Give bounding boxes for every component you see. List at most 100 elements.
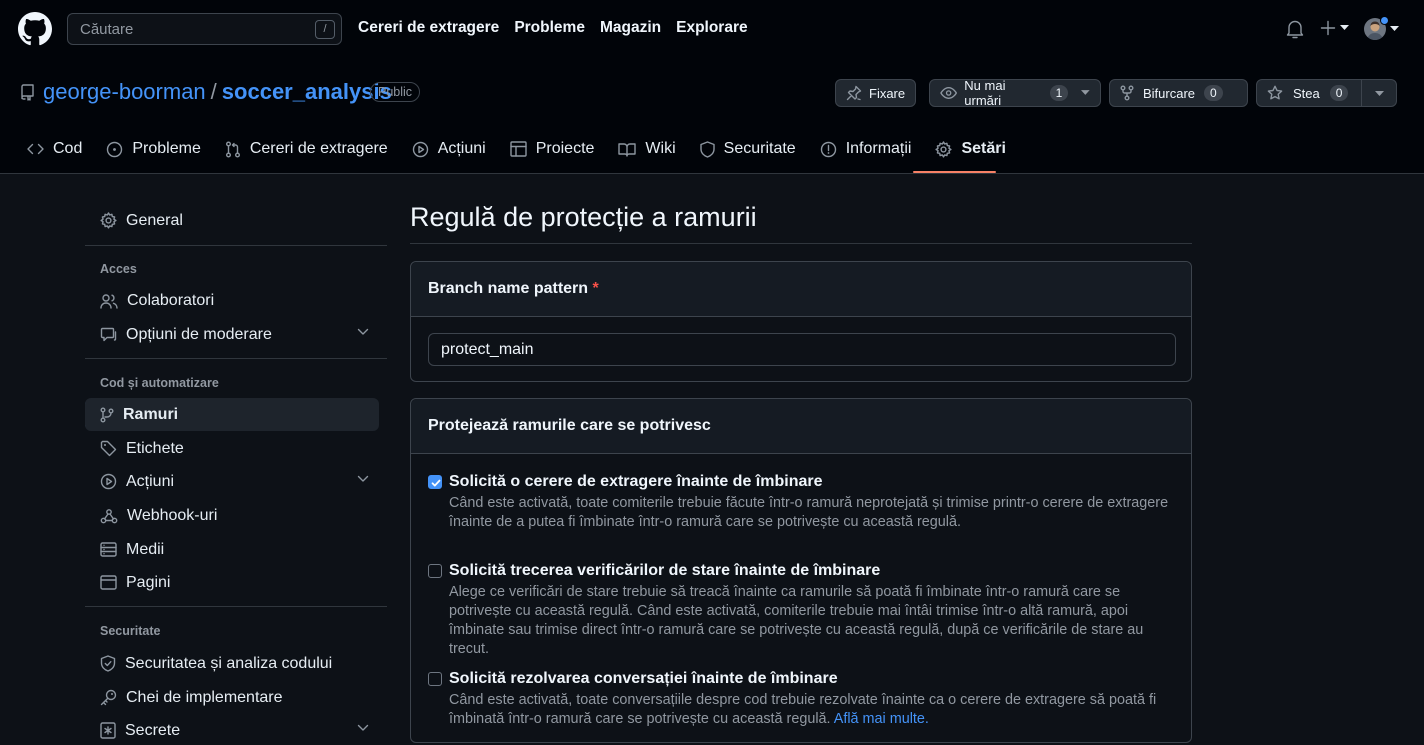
webhook-icon xyxy=(100,508,118,523)
graph-icon xyxy=(820,141,836,157)
tab-projects[interactable]: Proiecte xyxy=(498,139,607,159)
repo-name-link[interactable]: soccer_analysis xyxy=(222,79,392,105)
branch-pattern-input[interactable]: protect_main xyxy=(428,333,1176,366)
repo-header: george-boorman / soccer_analysis Public … xyxy=(0,60,1424,174)
chevron-down-icon xyxy=(357,328,369,335)
option-description: Când este activată, toate comiterile tre… xyxy=(449,495,1169,530)
tab-issues-label: Probleme xyxy=(132,140,201,157)
shield-check-icon xyxy=(100,655,116,672)
create-new-menu[interactable] xyxy=(1320,20,1349,36)
tab-pull-requests[interactable]: Cereri de extragere xyxy=(213,139,400,159)
search-shortcut-key: / xyxy=(315,20,335,39)
sidebar-item-label: Medii xyxy=(126,540,165,558)
watch-button[interactable]: Nu mai urmări 1 xyxy=(929,78,1101,108)
option-description: Când este activată, toate conversațiile … xyxy=(449,691,1179,729)
sidebar-item-deploy-keys[interactable]: Chei de implementare xyxy=(85,681,379,714)
page-title: Regulă de protecție a ramurii xyxy=(410,202,757,232)
require-status-checks-checkbox[interactable] xyxy=(428,564,442,578)
star-label: Stea xyxy=(1293,85,1320,101)
global-header: Căutare / Cereri de extragere Probleme M… xyxy=(0,0,1424,60)
pin-label: Fixare xyxy=(869,85,906,101)
sidebar-item-code-security[interactable]: Securitatea și analiza codului xyxy=(85,647,379,680)
repo-title: george-boorman / soccer_analysis xyxy=(43,79,392,105)
repo-tabs: Cod Probleme Cereri de extragere Acțiuni… xyxy=(27,139,1018,159)
tab-settings[interactable]: Setări xyxy=(923,139,1017,159)
tab-code[interactable]: Cod xyxy=(27,139,94,159)
sidebar-item-label: Securitatea și analiza codului xyxy=(125,654,333,672)
server-icon xyxy=(100,542,117,557)
sidebar-item-label: Pagini xyxy=(126,573,171,591)
sidebar-item-label: Ramuri xyxy=(123,405,179,423)
browser-icon xyxy=(100,575,117,590)
repo-owner-link[interactable]: george-boorman xyxy=(43,79,206,105)
sidebar-item-collaborators[interactable]: Colaboratori xyxy=(85,284,379,317)
option-title[interactable]: Solicită trecerea verificărilor de stare… xyxy=(449,562,880,580)
shield-icon xyxy=(699,140,715,158)
star-divider xyxy=(1361,80,1362,106)
require-pull-request-checkbox[interactable] xyxy=(428,475,442,489)
eye-icon xyxy=(940,87,957,99)
key-icon xyxy=(100,689,117,706)
github-logo-icon[interactable] xyxy=(18,12,52,46)
watch-counter: 1 xyxy=(1049,85,1069,101)
require-conversation-resolution-checkbox[interactable] xyxy=(428,672,442,686)
tab-insights[interactable]: Informații xyxy=(808,139,924,159)
issue-icon xyxy=(107,141,123,157)
check-icon xyxy=(431,479,441,487)
secret-icon xyxy=(100,722,116,739)
option-description: Alege ce verificări de stare trebuie să … xyxy=(449,584,1144,657)
tab-issues[interactable]: Probleme xyxy=(94,139,212,159)
protect-branches-header: Protejează ramurile care se potrivesc xyxy=(411,399,1191,454)
sidebar-item-label: General xyxy=(126,211,183,229)
protect-branches-box: Protejează ramurile care se potrivesc So… xyxy=(410,398,1192,743)
sidebar-item-label: Acțiuni xyxy=(126,472,175,490)
pin-button[interactable]: Fixare xyxy=(835,79,917,107)
sidebar-item-environments[interactable]: Medii xyxy=(85,533,379,566)
option-description-text: Când este activată, toate conversațiile … xyxy=(449,692,1157,727)
sidebar-item-secrets[interactable]: Secrete xyxy=(85,714,379,745)
tab-security-label: Securitate xyxy=(723,140,796,157)
repo-icon xyxy=(20,84,35,101)
global-nav-pull-requests[interactable]: Cereri de extragere xyxy=(358,19,499,37)
active-tab-indicator xyxy=(913,171,996,173)
sidebar-item-tags[interactable]: Etichete xyxy=(85,432,379,465)
sidebar-item-webhooks[interactable]: Webhook-uri xyxy=(85,499,379,532)
tab-actions-label: Acțiuni xyxy=(437,140,486,157)
sidebar-group-code-automation: Cod și automatizare xyxy=(100,376,219,390)
search-input[interactable]: Căutare / xyxy=(67,13,342,45)
star-button[interactable]: Stea 0 xyxy=(1256,79,1397,107)
star-icon xyxy=(1267,85,1283,100)
watch-caret-down-icon xyxy=(1081,90,1090,95)
sidebar-item-pages[interactable]: Pagini xyxy=(85,566,379,599)
visibility-badge: Public xyxy=(370,82,421,102)
tab-insights-label: Informații xyxy=(845,140,912,157)
option-title[interactable]: Solicită rezolvarea conversației înainte… xyxy=(449,670,838,688)
avatar-caret-down-icon[interactable] xyxy=(1390,26,1399,32)
sidebar-item-label: Etichete xyxy=(126,439,184,457)
fork-button[interactable]: Bifurcare 0 xyxy=(1109,79,1248,107)
learn-more-link[interactable]: Află mai multe. xyxy=(834,711,929,727)
tab-wiki[interactable]: Wiki xyxy=(606,139,687,159)
global-nav-issues[interactable]: Probleme xyxy=(514,19,585,37)
tab-code-label: Cod xyxy=(53,140,83,157)
tab-actions[interactable]: Acțiuni xyxy=(400,139,498,159)
global-nav-marketplace[interactable]: Magazin xyxy=(600,19,661,37)
option-title[interactable]: Solicită o cerere de extragere înainte d… xyxy=(449,473,822,491)
fork-icon xyxy=(1120,85,1134,101)
global-nav-explore[interactable]: Explorare xyxy=(676,19,748,37)
repo-separator: / xyxy=(210,79,217,104)
sidebar-item-label: Secrete xyxy=(125,721,181,739)
watch-label: Nu mai urmări xyxy=(964,78,1006,108)
branch-pattern-header: Branch name pattern * xyxy=(411,262,1191,317)
sidebar-item-actions[interactable]: Acțiuni xyxy=(85,465,379,498)
pull-request-icon xyxy=(225,141,240,157)
notifications-bell-icon[interactable] xyxy=(1286,19,1304,39)
sidebar-item-general[interactable]: General xyxy=(85,204,379,237)
sidebar-item-moderation[interactable]: Opțiuni de moderare xyxy=(85,318,379,351)
fork-counter: 0 xyxy=(1204,85,1223,101)
search-placeholder: Căutare xyxy=(80,21,134,38)
tab-security[interactable]: Securitate xyxy=(688,139,808,159)
tab-projects-label: Proiecte xyxy=(535,140,595,157)
sidebar-item-branches[interactable]: Ramuri xyxy=(85,398,379,431)
branch-pattern-box: Branch name pattern * protect_main xyxy=(410,261,1192,382)
